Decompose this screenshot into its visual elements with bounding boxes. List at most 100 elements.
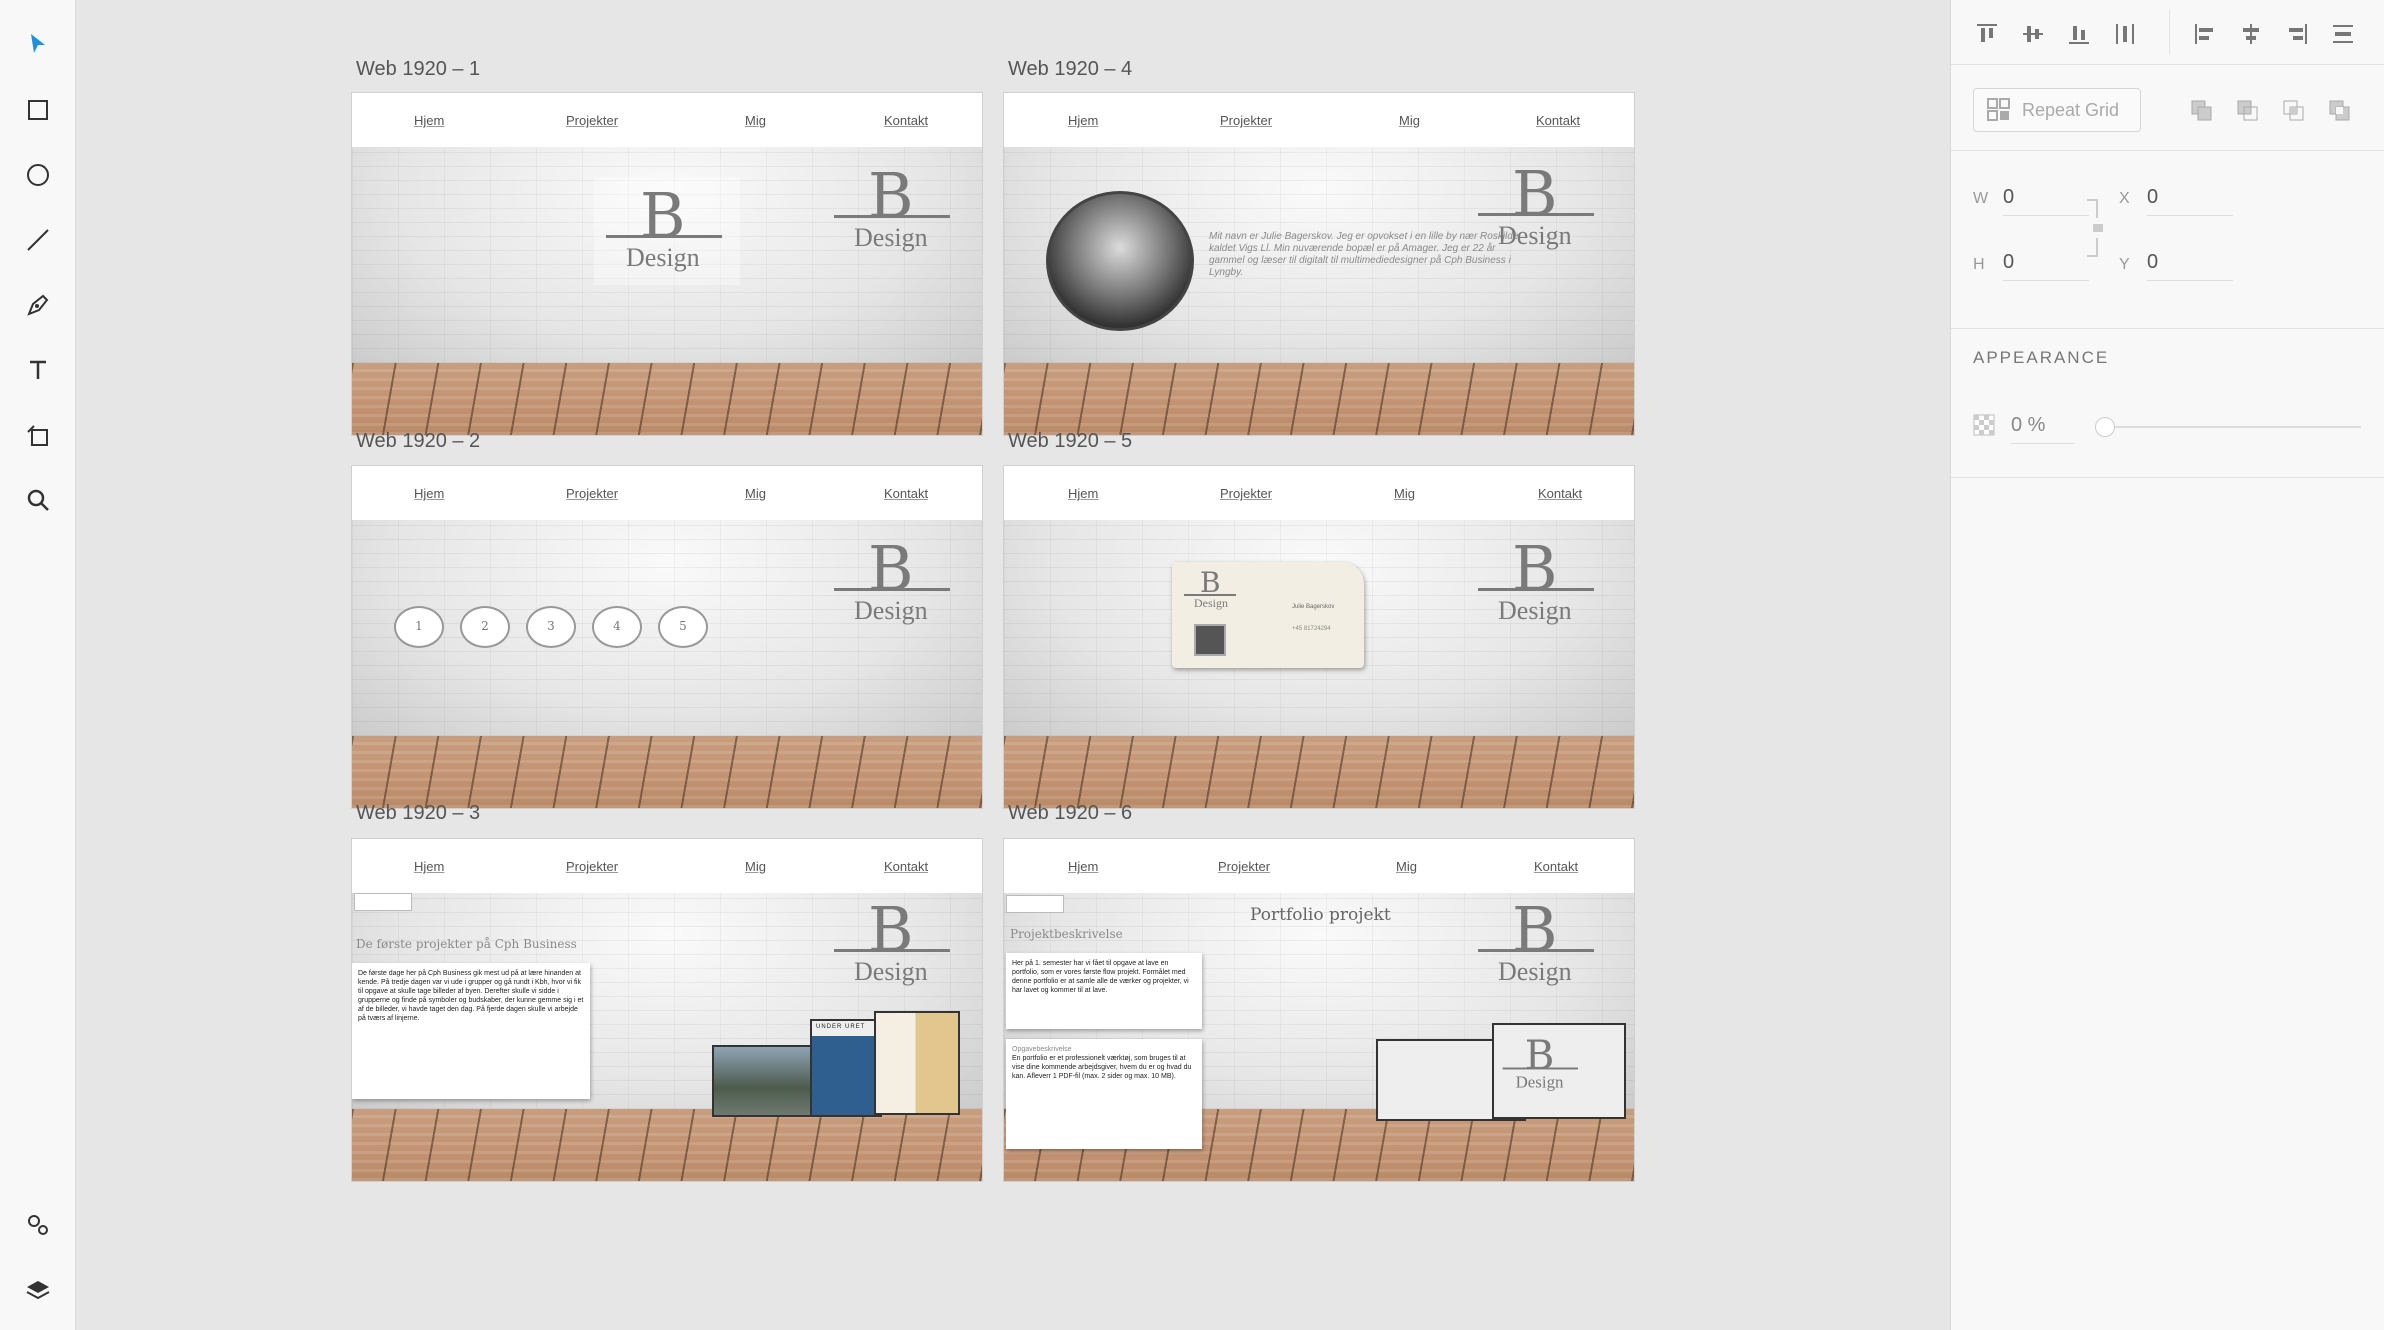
project-circle[interactable]: 3 [526, 606, 576, 648]
artboard-web-3[interactable]: Hjem Projekter Mig Kontakt De første pro… [352, 839, 982, 1181]
back-button[interactable] [354, 893, 412, 911]
artboard-web-6[interactable]: Hjem Projekter Mig Kontakt Portfolio pro… [1004, 839, 1634, 1181]
artboard-web-5[interactable]: Hjem Projekter Mig Kontakt B Design Julie… [1004, 466, 1634, 808]
artboard-web-1[interactable]: Hjem Projekter Mig Kontakt B Design B Desi… [352, 93, 982, 435]
profile-photo [1046, 191, 1194, 331]
opacity-checker-icon [1973, 414, 1995, 436]
nav-kontakt[interactable]: Kontakt [884, 113, 928, 128]
artboard-label[interactable]: Web 1920 – 3 [356, 802, 480, 825]
nav-kontakt[interactable]: Kontakt [884, 859, 928, 874]
height-field[interactable]: 0 [2003, 251, 2089, 281]
nav-projekter[interactable]: Projekter [1220, 113, 1272, 128]
nav-hjem[interactable]: Hjem [1068, 859, 1098, 874]
layers-icon[interactable] [18, 1270, 58, 1310]
align-center-icon[interactable] [2237, 20, 2265, 48]
b-design-logo: B Design [830, 532, 950, 628]
distribute-vertical-icon[interactable] [2111, 20, 2139, 48]
b-design-logo: B Design [1500, 1031, 1578, 1094]
artboard-label[interactable]: Web 1920 – 4 [1008, 58, 1132, 81]
align-middle-icon[interactable] [2019, 20, 2047, 48]
artboard-label[interactable]: Web 1920 – 1 [356, 58, 480, 81]
y-label: Y [2119, 256, 2130, 273]
align-left-icon[interactable] [2191, 20, 2219, 48]
nav-mig[interactable]: Mig [745, 859, 766, 874]
nav-projekter[interactable]: Projekter [566, 486, 618, 501]
nav-mig[interactable]: Mig [1394, 486, 1415, 501]
b-design-logo: B Design [1474, 157, 1594, 253]
artboard-label[interactable]: Web 1920 – 6 [1008, 802, 1132, 825]
artboard-web-4[interactable]: Hjem Projekter Mig Kontakt Mit navn er J… [1004, 93, 1634, 435]
card-avatar [1194, 624, 1226, 656]
repeat-grid-button[interactable]: Repeat Grid [1973, 88, 2141, 132]
align-top-icon[interactable] [1973, 20, 2001, 48]
nav-mig[interactable]: Mig [1396, 859, 1417, 874]
design-canvas[interactable]: Web 1920 – 1 Hjem Projekter Mig Kontakt … [76, 0, 1950, 1330]
divider [2169, 10, 2170, 54]
text-card: Her på 1. semester har vi fået til opgav… [1006, 953, 1202, 1029]
x-field[interactable]: 0 [2147, 186, 2233, 216]
artboard-tool-icon[interactable] [18, 415, 58, 455]
nav-hjem[interactable]: Hjem [1068, 486, 1098, 501]
distribute-horizontal-icon[interactable] [2329, 20, 2357, 48]
b-design-logo: B Design [830, 159, 950, 255]
repeat-grid-section: Repeat Grid [1951, 64, 2384, 151]
nav-hjem[interactable]: Hjem [1068, 113, 1098, 128]
nav-kontakt[interactable]: Kontakt [1538, 486, 1582, 501]
b-design-logo: B Design [1474, 893, 1594, 989]
select-tool-icon[interactable] [18, 24, 58, 64]
boolean-exclude-icon[interactable] [2327, 98, 2353, 124]
pen-tool-icon[interactable] [18, 285, 58, 325]
boolean-subtract-icon[interactable] [2235, 98, 2261, 124]
project-thumbnail: UNDER URET [810, 1019, 882, 1117]
nav-hjem[interactable]: Hjem [414, 859, 444, 874]
text-tool-icon[interactable] [18, 350, 58, 390]
artboard-web-2[interactable]: Hjem Projekter Mig Kontakt 1 2 3 4 5 B De… [352, 466, 982, 808]
nav-projekter[interactable]: Projekter [1218, 859, 1270, 874]
artboard-label[interactable]: Web 1920 – 2 [356, 430, 480, 453]
nav-projekter[interactable]: Projekter [566, 113, 618, 128]
boolean-intersect-icon[interactable] [2281, 98, 2307, 124]
rectangle-tool-icon[interactable] [18, 90, 58, 130]
nav-mig[interactable]: Mig [745, 113, 766, 128]
artboard-label[interactable]: Web 1920 – 5 [1008, 430, 1132, 453]
wood-floor [352, 1109, 982, 1181]
align-right-icon[interactable] [2283, 20, 2311, 48]
symbols-icon[interactable] [18, 1205, 58, 1245]
text-card: De første dage her på Cph Business gik m… [352, 963, 590, 1099]
nav-mig[interactable]: Mig [745, 486, 766, 501]
y-field[interactable]: 0 [2147, 251, 2233, 281]
align-toolbar [1951, 0, 2384, 65]
project-circle[interactable]: 2 [460, 606, 510, 648]
nav-bar: Hjem Projekter Mig Kontakt [1004, 466, 1634, 520]
card-name: Julie Bagerskov [1292, 604, 1335, 610]
nav-bar: Hjem Projekter Mig Kontakt [352, 466, 982, 520]
wood-floor [1004, 363, 1634, 435]
divider [1951, 476, 2384, 478]
x-label: X [2119, 190, 2130, 207]
section-heading: Projektbeskrivelse [1010, 927, 1123, 941]
card-phone: +45 81724294 [1292, 626, 1331, 632]
nav-kontakt[interactable]: Kontakt [1536, 113, 1580, 128]
nav-kontakt[interactable]: Kontakt [1534, 859, 1578, 874]
project-circle[interactable]: 1 [394, 606, 444, 648]
ellipse-tool-icon[interactable] [18, 155, 58, 195]
zoom-tool-icon[interactable] [18, 480, 58, 520]
opacity-slider-track[interactable] [2101, 426, 2361, 428]
nav-projekter[interactable]: Projekter [1220, 486, 1272, 501]
width-field[interactable]: 0 [2003, 186, 2089, 216]
project-circle[interactable]: 4 [592, 606, 642, 648]
nav-hjem[interactable]: Hjem [414, 113, 444, 128]
repeat-grid-icon [1987, 98, 2010, 121]
nav-kontakt[interactable]: Kontakt [884, 486, 928, 501]
project-circle[interactable]: 5 [658, 606, 708, 648]
width-label: W [1973, 190, 1989, 207]
boolean-add-icon[interactable] [2189, 98, 2215, 124]
nav-mig[interactable]: Mig [1399, 113, 1420, 128]
opacity-field[interactable]: 0 % [2011, 414, 2075, 444]
nav-projekter[interactable]: Projekter [566, 859, 618, 874]
back-button[interactable] [1006, 895, 1064, 913]
align-bottom-icon[interactable] [2065, 20, 2093, 48]
opacity-slider-knob[interactable] [2095, 417, 2115, 437]
nav-hjem[interactable]: Hjem [414, 486, 444, 501]
line-tool-icon[interactable] [18, 220, 58, 260]
